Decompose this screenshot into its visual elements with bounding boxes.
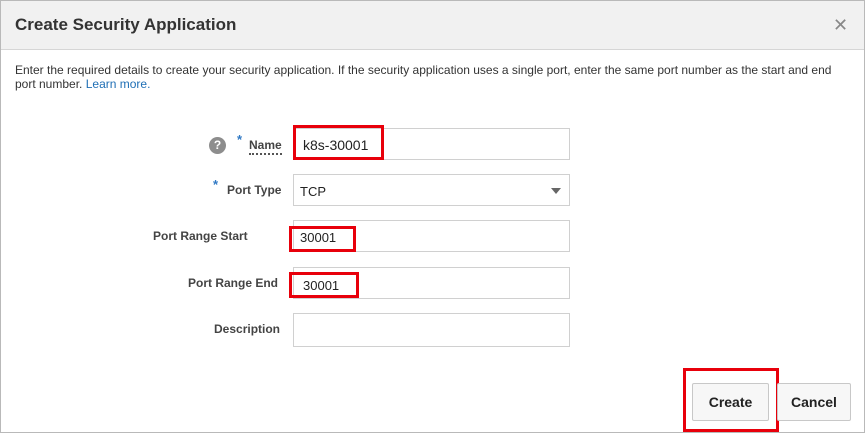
- dialog-title: Create Security Application: [15, 15, 237, 34]
- port-range-start-label: Port Range Start: [153, 229, 248, 243]
- port-type-select[interactable]: TCP: [293, 174, 570, 206]
- required-marker: *: [213, 177, 219, 192]
- name-label-text: Name: [249, 138, 282, 155]
- close-icon[interactable]: ✕: [833, 15, 848, 36]
- port-range-end-label: Port Range End: [188, 276, 279, 290]
- port-type-value: TCP: [300, 184, 326, 199]
- cancel-button[interactable]: Cancel: [777, 383, 851, 421]
- description-label: Description: [214, 322, 281, 336]
- question-icon[interactable]: ?: [209, 137, 226, 154]
- port-range-start-highlight-box: [289, 226, 356, 252]
- port-type-label: Port Type: [227, 183, 282, 197]
- required-marker: *: [237, 132, 243, 147]
- create-highlight-box: [683, 368, 779, 432]
- name-highlight-box: [293, 125, 384, 160]
- port-range-end-highlight-box: [289, 272, 359, 298]
- chevron-down-icon: [551, 188, 561, 194]
- description-input[interactable]: [293, 313, 570, 347]
- create-security-application-dialog: Create Security Application ✕ Enter the …: [0, 0, 865, 433]
- intro-text: Enter the required details to create you…: [15, 63, 845, 91]
- dialog-header: Create Security Application ✕: [1, 1, 864, 50]
- name-label: Name: [249, 138, 282, 155]
- learn-more-link[interactable]: Learn more.: [86, 77, 151, 91]
